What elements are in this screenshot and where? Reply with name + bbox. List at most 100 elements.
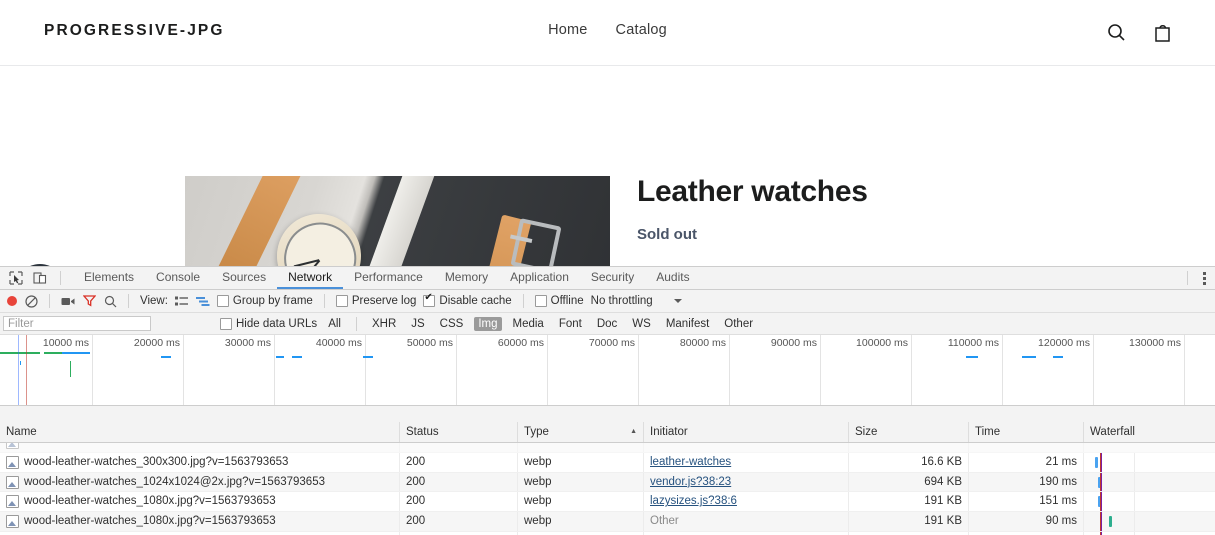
cell-name: [0, 443, 400, 452]
overview-tick-label: 120000 ms: [1038, 337, 1093, 349]
filter-type-css[interactable]: CSS: [436, 317, 468, 331]
table-row[interactable]: wood-leather-watches_1080x.jpg?v=1563793…: [0, 512, 1215, 532]
nav-item-catalog[interactable]: Catalog: [616, 22, 667, 38]
initiator-link[interactable]: vendor.js?38:23: [650, 476, 731, 488]
devtools-panel: Elements Console Sources Network Perform…: [0, 266, 1215, 535]
filter-type-js[interactable]: JS: [407, 317, 428, 331]
waterfall-view-icon[interactable]: [196, 294, 210, 308]
device-toolbar-icon[interactable]: [32, 271, 47, 286]
tab-performance[interactable]: Performance: [343, 267, 434, 289]
hide-data-urls-box[interactable]: [220, 318, 232, 330]
filter-type-doc[interactable]: Doc: [593, 317, 621, 331]
table-row[interactable]: wood-leather-watches_1080x.jpg?v=1563793…: [0, 492, 1215, 512]
overview-tick-label: 10000 ms: [43, 337, 92, 349]
request-name: wood-leather-watches_300x300.jpg?v=15637…: [24, 453, 288, 472]
initiator-link[interactable]: lazysizes.js?38:6: [650, 495, 737, 507]
column-header-type[interactable]: Type: [518, 422, 644, 442]
overview-request-band: [1022, 356, 1036, 358]
overview-tick-label: 110000 ms: [948, 337, 1002, 349]
column-header-name[interactable]: Name: [0, 422, 400, 442]
overview-request-band: [0, 352, 40, 354]
more-options-icon[interactable]: [1198, 272, 1211, 285]
kebab-divider: [1187, 271, 1188, 285]
cell-type: webp: [518, 453, 644, 472]
search-icon-toolbar[interactable]: [103, 294, 117, 308]
tab-application[interactable]: Application: [499, 267, 580, 289]
cell-waterfall: [1084, 512, 1215, 531]
product-section: Leather watches Sold out SOLD OUT S: [0, 66, 1215, 266]
filter-type-img[interactable]: Img: [474, 317, 501, 331]
filter-type-manifest[interactable]: Manifest: [662, 317, 713, 331]
overview-request-band: [161, 356, 171, 358]
initiator-link[interactable]: leather-watches: [650, 456, 731, 468]
column-header-size[interactable]: Size: [849, 422, 969, 442]
table-row[interactable]: wood-leather-watches_1024x1024@2x.jpg?v=…: [0, 473, 1215, 493]
offline-label: Offline: [551, 295, 584, 307]
network-overview-timeline[interactable]: 10000 ms 20000 ms 30000 ms 40000 ms 5000…: [0, 335, 1215, 406]
list-view-icon[interactable]: [175, 294, 189, 308]
load-event-marker: [26, 335, 27, 405]
cell-name: wood-leather-watches_300x300.jpg?v=15637…: [0, 453, 400, 472]
overview-tick-label: 90000 ms: [771, 337, 820, 349]
tab-memory[interactable]: Memory: [434, 267, 499, 289]
filter-icon[interactable]: [82, 294, 96, 308]
initiator-text: Other: [650, 515, 679, 527]
cell-status: 200: [400, 473, 518, 492]
cell-name: wood-leather-watches_1024x1024@2x.jpg?v=…: [0, 473, 400, 492]
overview-tick-label: 130000 ms: [1129, 337, 1184, 349]
disable-cache-checkbox[interactable]: Disable cache: [423, 295, 511, 307]
record-button[interactable]: [7, 296, 17, 306]
column-header-initiator[interactable]: Initiator: [644, 422, 849, 442]
filter-type-other[interactable]: Other: [720, 317, 757, 331]
disable-cache-box[interactable]: [423, 295, 435, 307]
product-image[interactable]: [185, 176, 610, 266]
overview-tick-label: 80000 ms: [680, 337, 729, 349]
overview-request-band: [1053, 356, 1063, 358]
preserve-log-box[interactable]: [336, 295, 348, 307]
filter-type-font[interactable]: Font: [555, 317, 586, 331]
header-icons: [1103, 18, 1175, 46]
tab-console[interactable]: Console: [145, 267, 211, 289]
tab-sources[interactable]: Sources: [211, 267, 277, 289]
search-icon[interactable]: [1103, 18, 1129, 46]
cell-status: 200: [400, 492, 518, 511]
group-by-frame-box[interactable]: [217, 295, 229, 307]
filter-type-xhr[interactable]: XHR: [368, 317, 400, 331]
throttling-select[interactable]: No throttling: [591, 295, 682, 307]
filter-input[interactable]: Filter: [3, 316, 151, 331]
clear-icon[interactable]: [24, 294, 38, 308]
table-row-partial[interactable]: [0, 443, 1215, 453]
cell-status: 200: [400, 453, 518, 472]
view-label: View:: [140, 295, 168, 307]
filter-type-all[interactable]: All: [324, 317, 345, 331]
hide-data-urls-label: Hide data URLs: [236, 318, 317, 330]
toolbar-divider: [60, 271, 61, 285]
site-header: PROGRESSIVE-JPG Home Catalog: [0, 0, 1215, 66]
tab-security[interactable]: Security: [580, 267, 645, 289]
inspect-element-icon[interactable]: [8, 271, 23, 286]
preserve-log-checkbox[interactable]: Preserve log: [336, 295, 417, 307]
watch-dial: [274, 212, 366, 266]
tab-audits[interactable]: Audits: [645, 267, 700, 289]
cell-waterfall: [1084, 473, 1215, 492]
hide-data-urls-checkbox[interactable]: Hide data URLs: [220, 318, 317, 330]
column-header-waterfall[interactable]: Waterfall: [1084, 422, 1215, 442]
overview-tick-label: 60000 ms: [498, 337, 547, 349]
tab-elements[interactable]: Elements: [73, 267, 145, 289]
overview-tick-label: 40000 ms: [316, 337, 365, 349]
nav-item-home[interactable]: Home: [548, 22, 587, 38]
filter-type-media[interactable]: Media: [509, 317, 548, 331]
group-by-frame-checkbox[interactable]: Group by frame: [217, 295, 313, 307]
column-header-time[interactable]: Time: [969, 422, 1084, 442]
tab-network[interactable]: Network: [277, 267, 343, 289]
cell-initiator: vendor.js?38:23: [644, 473, 849, 492]
column-header-status[interactable]: Status: [400, 422, 518, 442]
filter-type-ws[interactable]: WS: [628, 317, 655, 331]
overview-tick-label: 30000 ms: [225, 337, 274, 349]
shopping-bag-icon[interactable]: [1149, 18, 1175, 46]
offline-box[interactable]: [535, 295, 547, 307]
camera-icon[interactable]: [61, 294, 75, 308]
table-row[interactable]: wood-leather-watches_300x300.jpg?v=15637…: [0, 453, 1215, 473]
throttling-value: No throttling: [591, 295, 653, 307]
offline-checkbox[interactable]: Offline: [535, 295, 584, 307]
